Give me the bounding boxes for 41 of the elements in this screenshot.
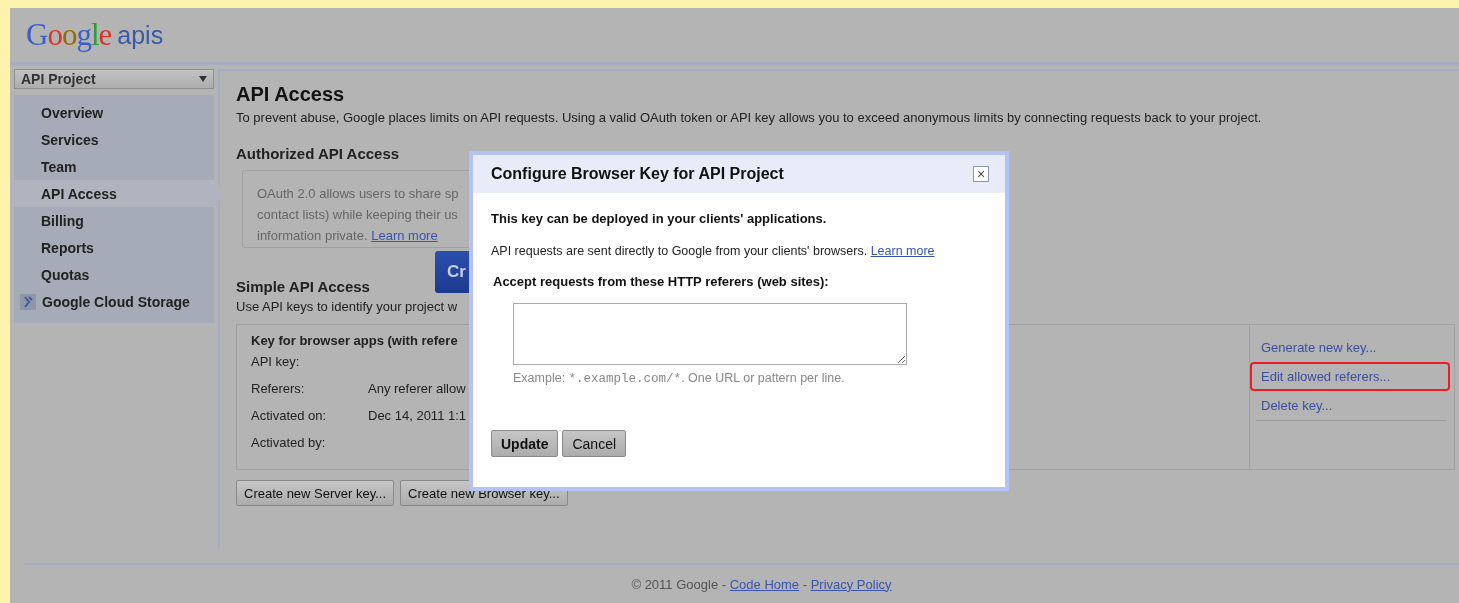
create-key-button[interactable]: Create new Server key...: [236, 480, 395, 506]
info-text: OAuth 2.0 allows users to share sp: [257, 185, 460, 203]
update-button[interactable]: Update: [491, 430, 559, 457]
example-hint: Example: *.example.com/*. One URL or pattern per line.: [513, 371, 846, 386]
page-title: API Access: [236, 83, 345, 106]
action-link[interactable]: Generate new key...: [1261, 340, 1377, 355]
field-value: Any referer allow: [368, 381, 466, 396]
field-label: Activated by:: [251, 435, 327, 450]
section-heading: Authorized API Access: [236, 145, 400, 162]
close-button[interactable]: ×: [973, 166, 989, 182]
section-heading: Simple API Access: [236, 278, 370, 295]
learn-more-link[interactable]: Learn more: [870, 244, 935, 258]
product-name: apis: [117, 20, 164, 50]
sidebar-item[interactable]: Quotas: [14, 261, 214, 288]
sidebar-item[interactable]: API Access: [10, 180, 214, 207]
footer-text: © 2011 Google - Code Home - Privacy Policy: [631, 576, 892, 592]
key-title: Key for browser apps (with refere: [251, 333, 458, 348]
field-label: Referers:: [251, 381, 306, 396]
intro-text: To prevent abuse, Google places limits on API requests. Using a valid OAuth token or API key allows you to exceed anonymous limits by connecting requests back to your project.: [236, 110, 1262, 125]
project-select[interactable]: API Project: [14, 69, 214, 89]
field-label: Accept requests from these HTTP referers (web sites):: [493, 274, 830, 289]
sidebar-item[interactable]: Services: [14, 126, 214, 153]
field-label: API key:: [251, 354, 301, 369]
google-logo: Google: [26, 17, 112, 53]
section-description: Use API keys to identify your project w: [236, 299, 458, 314]
cancel-button[interactable]: Cancel: [562, 430, 627, 457]
caret-icon: [199, 76, 207, 82]
storage-icon: [20, 293, 36, 310]
field-label: Activated on:: [251, 408, 328, 423]
sidebar-item[interactable]: Reports: [14, 234, 214, 261]
dialog-info: API requests are sent directly to Google from your clients' browsers. Learn more: [491, 244, 936, 258]
field-value: Dec 14, 2011 1:1: [368, 408, 467, 423]
action-link[interactable]: Edit allowed referers...: [1261, 369, 1391, 384]
referers-field[interactable]: [513, 303, 907, 365]
dialog-title: Configure Browser Key for API Project: [491, 165, 784, 183]
sidebar-item[interactable]: Team: [14, 153, 214, 180]
sidebar-item[interactable]: Google Cloud Storage: [14, 288, 214, 315]
sidebar-item[interactable]: Billing: [14, 207, 214, 234]
dialog-lead: This key can be deployed in your clients' applications.: [491, 211, 828, 226]
action-link[interactable]: Delete key...: [1261, 398, 1333, 413]
sidebar-item[interactable]: Overview: [14, 99, 214, 126]
